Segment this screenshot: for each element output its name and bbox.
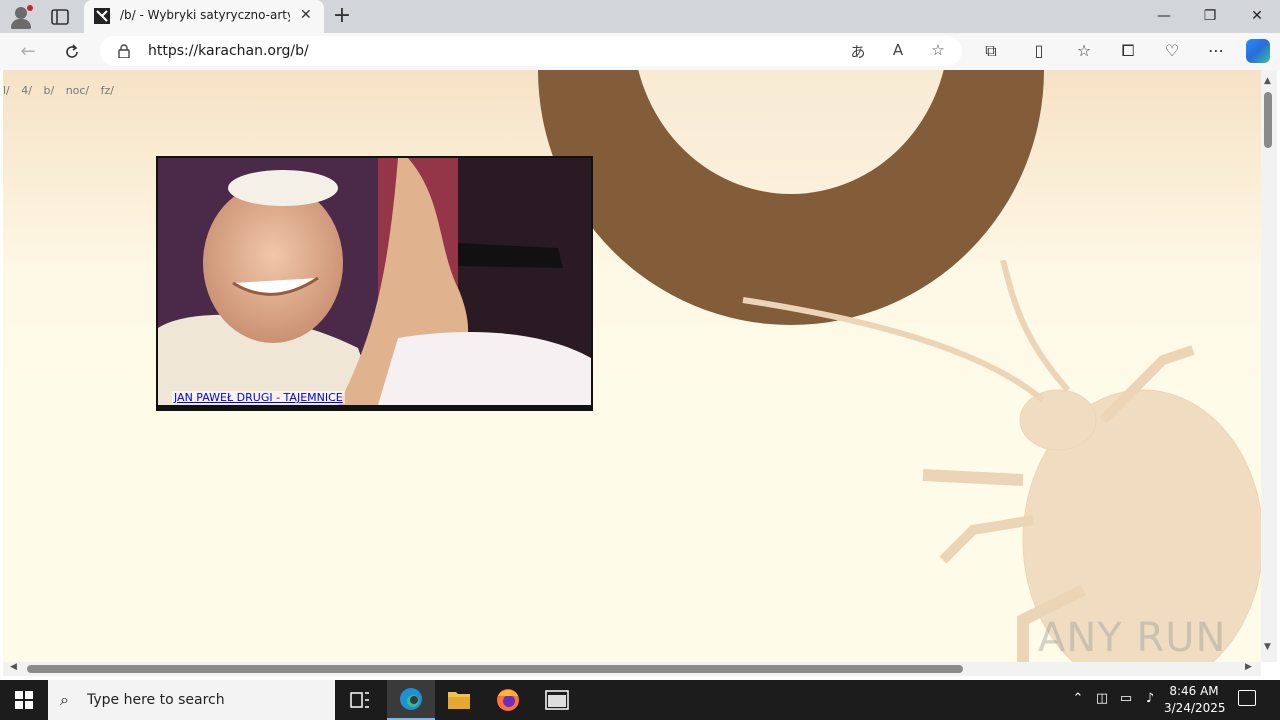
collections-icon[interactable]: ⧠ (1116, 41, 1140, 63)
tab-strip: /b/ - Wybryki satyryczno-artystyczne ✕ +… (0, 0, 1280, 33)
clock-time: 8:46 AM (1169, 684, 1219, 698)
taskbar-search-box[interactable]: ⌕ Type here to search (48, 680, 335, 720)
tab-title: /b/ - Wybryki satyryczno-artystyczne (120, 8, 290, 22)
scroll-down-icon[interactable]: ▼ (1264, 642, 1271, 652)
vertical-scrollbar[interactable]: ▲ ▼ (1261, 70, 1277, 662)
tab-close-icon[interactable]: ✕ (300, 7, 312, 23)
board-links-nav: l/ 4/ b/ noc/ fz/ (3, 84, 122, 97)
banner-photo[interactable]: JAN PAWEŁ DRUGI - TAJEMNICE (158, 158, 591, 405)
extensions-icon[interactable]: ⧉ (979, 41, 1003, 63)
address-bar[interactable]: https://karachan.org/b/ あ A ☆ (100, 36, 962, 66)
windows-taskbar: ⌕ Type here to search ⌃ ◫ ▭ ♪ 8:46 AM 3/… (0, 680, 1280, 720)
cockroach-background-icon (742, 260, 1261, 662)
horizontal-scroll-thumb[interactable] (27, 665, 963, 673)
notification-center-icon[interactable] (1238, 690, 1256, 706)
minimize-button[interactable]: — (1144, 4, 1184, 28)
windows-start-icon[interactable] (15, 691, 33, 709)
volume-icon[interactable]: ♪ (1140, 691, 1160, 706)
back-arrow-icon[interactable]: ← (16, 40, 40, 64)
page-viewport: l/ 4/ b/ noc/ fz/ JAN PAWEŁ DRUGI - TAJE… (3, 70, 1261, 662)
board-link[interactable]: fz/ (101, 84, 114, 97)
browser-toolbar: ← https://karachan.org/b/ あ A ☆ ⧉ ▯ ☆ ⧠ … (0, 33, 1280, 70)
favorites-icon[interactable]: ☆ (1072, 41, 1096, 63)
board-link[interactable]: noc/ (66, 84, 89, 97)
edge-taskbar-icon[interactable] (387, 680, 435, 720)
browser-essentials-icon[interactable]: ♡ (1160, 41, 1184, 63)
copilot-icon[interactable] (1246, 39, 1270, 63)
file-explorer-icon[interactable] (435, 680, 483, 720)
site-favicon-icon (94, 8, 110, 24)
read-aloud-icon[interactable]: A (887, 41, 909, 61)
profile-icon[interactable] (8, 4, 34, 30)
board-link[interactable]: l/ (3, 84, 10, 97)
board-link[interactable]: 4/ (21, 84, 32, 97)
network-icon[interactable]: ▭ (1116, 691, 1136, 706)
refresh-icon[interactable] (60, 40, 84, 64)
scroll-right-icon[interactable]: ▶ (1245, 662, 1252, 672)
active-tab[interactable]: /b/ - Wybryki satyryczno-artystyczne ✕ (84, 0, 324, 33)
lock-icon[interactable] (118, 43, 130, 59)
favorite-star-icon[interactable]: ☆ (927, 41, 949, 61)
task-view-icon[interactable] (336, 680, 384, 720)
search-icon: ⌕ (60, 690, 69, 709)
vertical-scroll-thumb[interactable] (1264, 92, 1272, 148)
banner-caption-link[interactable]: JAN PAWEŁ DRUGI - TAJEMNICE (172, 391, 345, 404)
banner-image[interactable]: JAN PAWEŁ DRUGI - TAJEMNICE (156, 156, 593, 411)
firefox-icon[interactable] (484, 680, 532, 720)
split-screen-icon[interactable]: ▯ (1027, 41, 1051, 63)
board-link[interactable]: b/ (43, 84, 54, 97)
app-window-icon[interactable] (533, 680, 581, 720)
restore-button[interactable]: ❐ (1190, 4, 1230, 28)
new-tab-button[interactable]: + (330, 3, 354, 28)
taskbar-clock[interactable]: 8:46 AM 3/24/2025 (1164, 683, 1226, 717)
translate-icon[interactable]: あ (847, 41, 869, 61)
tray-app-icon[interactable]: ◫ (1092, 691, 1112, 706)
url-text[interactable]: https://karachan.org/b/ (148, 43, 309, 59)
clock-date: 3/24/2025 (1164, 701, 1226, 715)
tray-chevron-up-icon[interactable]: ⌃ (1068, 691, 1088, 706)
horizontal-scrollbar[interactable]: ◀ ▶ (3, 662, 1261, 676)
close-window-button[interactable]: ✕ (1237, 4, 1277, 28)
search-placeholder: Type here to search (87, 692, 225, 708)
anyrun-watermark: ANY RUN (1038, 615, 1227, 661)
settings-more-icon[interactable]: ⋯ (1204, 41, 1228, 63)
scroll-up-icon[interactable]: ▲ (1264, 76, 1271, 86)
tab-actions-icon[interactable] (48, 6, 72, 28)
scroll-left-icon[interactable]: ◀ (10, 662, 17, 672)
